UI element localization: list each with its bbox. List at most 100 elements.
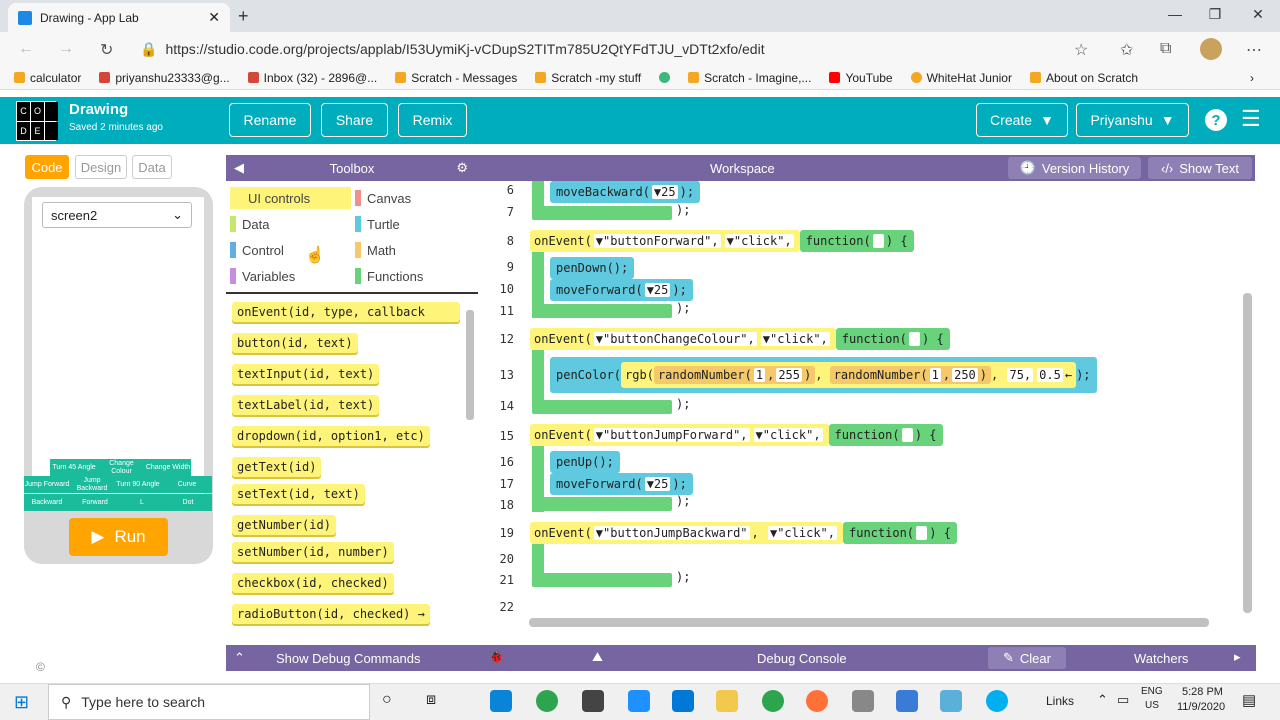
design-button[interactable]: Jump Backward — [70, 476, 114, 493]
bug-icon[interactable]: 🐞 — [488, 649, 504, 665]
version-history-button[interactable]: 🕘 Version History — [1008, 157, 1141, 179]
design-button[interactable]: Turn 90 Angle — [114, 476, 162, 493]
toolbox-block[interactable]: setNumber(id, number) — [232, 542, 394, 562]
code-org-logo[interactable]: C O D E — [16, 101, 58, 141]
cortana-icon[interactable]: ○ — [382, 691, 392, 709]
bookmark[interactable]: About on Scratch — [1029, 71, 1138, 85]
category-math[interactable]: Math — [355, 241, 396, 259]
category-data[interactable]: Data — [230, 215, 269, 233]
expand-icon[interactable]: ⌃ — [234, 650, 245, 666]
toolbox-block[interactable]: setText(id, text) — [232, 484, 365, 504]
clear-button[interactable]: ✎ Clear — [988, 647, 1066, 669]
code-block-moveForward[interactable]: moveForward(▼25); — [550, 279, 693, 301]
category-ui-controls[interactable]: UI controls — [248, 189, 310, 207]
design-button[interactable]: Change Width — [145, 459, 191, 476]
category-functions[interactable]: Functions — [355, 267, 423, 285]
run-button[interactable]: ▶ Run — [69, 518, 168, 556]
design-button[interactable]: L — [120, 494, 164, 511]
tab-design[interactable]: Design — [75, 155, 127, 179]
star-icon[interactable]: ☆ — [1074, 40, 1088, 60]
hamburger-menu-icon[interactable]: ☰ — [1241, 106, 1261, 132]
code-block-penDown[interactable]: penDown(); — [550, 257, 635, 279]
design-button[interactable]: Jump Forward — [24, 476, 70, 493]
toolbox-block[interactable]: onEvent(id, type, callback — [232, 302, 460, 322]
app-icon[interactable] — [628, 690, 650, 712]
toolbox-block[interactable]: checkbox(id, checked) — [232, 573, 394, 593]
store-icon[interactable] — [582, 690, 604, 712]
gear-icon[interactable]: ⚙ — [456, 160, 468, 176]
rename-button[interactable]: Rename — [229, 103, 311, 137]
chrome-icon[interactable] — [536, 690, 558, 712]
language-indicator[interactable]: ENG — [1141, 686, 1163, 697]
toolbox-block[interactable]: getText(id) — [232, 457, 322, 477]
code-block-penColor[interactable]: penColor( rgb( randomNumber(1, 255), rand… — [550, 357, 1097, 393]
chevron-right-icon[interactable]: › — [1250, 71, 1254, 85]
category-turtle[interactable]: Turtle — [355, 215, 400, 233]
design-button[interactable]: Dot — [164, 494, 212, 511]
favorites-icon[interactable]: ✩ — [1120, 40, 1133, 60]
bookmark[interactable]: Inbox (32) - 2896@... — [247, 71, 377, 85]
edge-icon[interactable] — [490, 690, 512, 712]
show-text-button[interactable]: ‹/› Show Text — [1148, 157, 1252, 179]
help-icon[interactable]: ? — [1205, 109, 1227, 131]
tab-data[interactable]: Data — [132, 155, 172, 179]
empty-statement-slot[interactable] — [550, 550, 576, 570]
toolbox-block[interactable]: button(id, text) — [232, 333, 358, 353]
category-variables[interactable]: Variables — [230, 267, 295, 285]
back-icon[interactable]: ← — [18, 40, 34, 58]
task-view-icon[interactable]: ⧈ — [426, 691, 436, 709]
url-field[interactable]: 🔒 https://studio.code.org/projects/appla… — [140, 37, 1100, 61]
bookmark[interactable]: priyanshu23333@g... — [99, 71, 230, 85]
close-window-icon[interactable]: ✕ — [1243, 6, 1273, 23]
new-tab-icon[interactable]: + — [238, 6, 249, 27]
create-button[interactable]: Create ▼ — [976, 103, 1068, 137]
calculator-icon[interactable] — [896, 690, 918, 712]
chevron-right-icon[interactable]: ▸ — [1234, 649, 1241, 665]
design-button[interactable]: Change Colour — [98, 459, 145, 476]
more-icon[interactable]: ⋯ — [1246, 40, 1262, 60]
minimize-icon[interactable]: — — [1160, 6, 1190, 22]
arrow-left-icon[interactable]: ← — [1065, 368, 1072, 382]
reload-icon[interactable]: ↻ — [100, 40, 113, 60]
design-button[interactable]: Curve — [162, 476, 212, 493]
user-menu-button[interactable]: Priyanshu ▼ — [1076, 103, 1189, 137]
step-icon[interactable]: ⛰ — [592, 649, 603, 665]
settings-icon[interactable] — [852, 690, 874, 712]
file-explorer-icon[interactable] — [716, 690, 738, 712]
category-canvas[interactable]: Canvas — [355, 189, 411, 207]
toolbox-block[interactable]: textLabel(id, text) — [232, 395, 380, 415]
maximize-icon[interactable]: ❐ — [1200, 6, 1230, 23]
code-block-onEvent[interactable]: onEvent(▼"buttonChangeColour", ▼"click", … — [530, 328, 950, 350]
design-button[interactable]: Forward — [70, 494, 120, 511]
network-icon[interactable]: ▭ — [1117, 692, 1129, 708]
taskbar-search-input[interactable]: ⚲ Type here to search — [48, 684, 370, 720]
workspace-vertical-scrollbar[interactable] — [1243, 293, 1252, 613]
design-button[interactable]: Backward — [24, 494, 70, 511]
code-block-onEvent[interactable]: onEvent(▼"buttonForward", ▼"click", funct… — [530, 230, 914, 252]
bookmark[interactable] — [659, 72, 671, 83]
chevron-up-icon[interactable]: ⌃ — [1097, 692, 1108, 708]
chrome-icon[interactable] — [762, 690, 784, 712]
screen-select[interactable]: screen2 ⌄ — [42, 202, 192, 228]
remix-button[interactable]: Remix — [398, 103, 467, 137]
code-block-onEvent[interactable]: onEvent(▼"buttonJumpForward", ▼"click", f… — [530, 424, 943, 446]
show-debug-commands[interactable]: Show Debug Commands — [276, 651, 421, 666]
browser-tab[interactable]: Drawing - App Lab ✕ — [8, 3, 230, 32]
toolbox-block[interactable]: textInput(id, text) — [232, 364, 380, 384]
clock-time[interactable]: 5:28 PM — [1182, 686, 1223, 698]
watchers-label[interactable]: Watchers — [1134, 651, 1188, 666]
design-button[interactable]: Turn 45 Angle — [50, 459, 98, 476]
links-toolbar[interactable]: Links — [1046, 694, 1074, 708]
skype-icon[interactable] — [986, 690, 1008, 712]
bookmark[interactable]: Scratch - Imagine,... — [688, 71, 811, 85]
code-block-moveForward[interactable]: moveForward(▼25); — [550, 473, 693, 495]
forward-icon[interactable]: → — [58, 40, 74, 58]
toolbox-block[interactable]: getNumber(id) — [232, 515, 336, 535]
app-icon[interactable] — [940, 690, 962, 712]
windows-start-icon[interactable]: ⊞ — [14, 692, 29, 713]
share-button[interactable]: Share — [321, 103, 388, 137]
bookmark[interactable]: WhiteHat Junior — [910, 71, 1012, 85]
mail-icon[interactable] — [672, 690, 694, 712]
toolbox-scrollbar[interactable] — [466, 310, 474, 420]
bookmark[interactable]: calculator — [14, 71, 81, 85]
